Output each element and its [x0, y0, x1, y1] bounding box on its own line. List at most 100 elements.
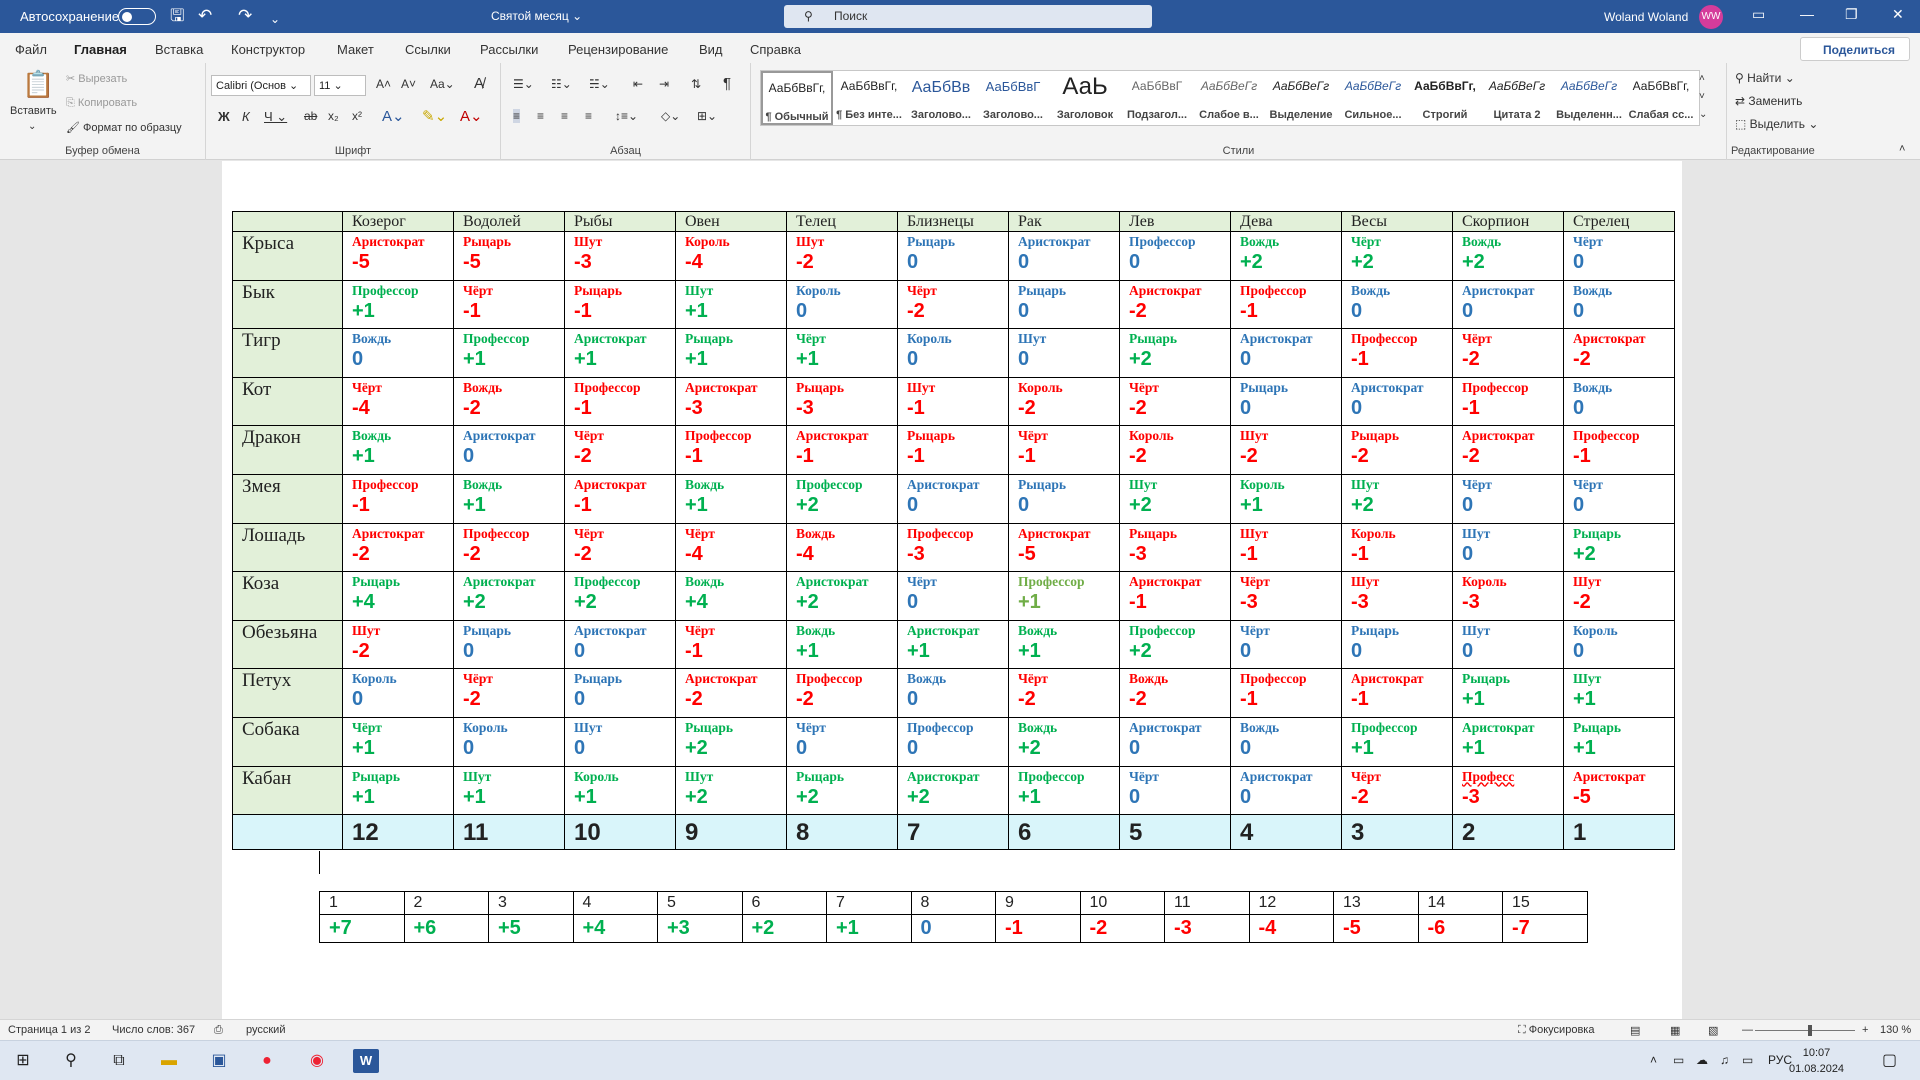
table-cell[interactable]: Вождь -2: [1119, 668, 1231, 718]
yandex-browser-icon[interactable]: ◉: [304, 1049, 330, 1073]
shrink-font-icon[interactable]: A˅: [401, 77, 416, 91]
table-cell[interactable]: Профессор +2: [1119, 619, 1231, 670]
style-item[interactable]: АаБбВвГг, Слабая сс...: [1625, 71, 1697, 125]
style-item[interactable]: АаБбВеГг Цитата 2: [1481, 71, 1553, 125]
table-cell[interactable]: Профессор +1: [342, 279, 454, 330]
table-cell[interactable]: Чёрт 0: [1563, 473, 1675, 524]
table-cell[interactable]: Король -3: [1452, 571, 1564, 621]
table-cell[interactable]: Рыцарь 0: [1230, 376, 1342, 427]
line-spacing-icon[interactable]: ↕≡⌄: [615, 109, 638, 123]
table-cell[interactable]: Рыцарь +1: [675, 328, 787, 378]
word-count[interactable]: Число слов: 367: [112, 1024, 195, 1036]
document-page[interactable]: Козерог Водолей Рыбы Овен Телец Близнецы Рак Ле…: [222, 161, 1682, 1019]
table-cell[interactable]: Вождь +1: [342, 425, 454, 475]
table-cell[interactable]: Профессор +1: [1008, 765, 1120, 816]
table-cell[interactable]: Рыцарь +2: [1563, 522, 1675, 573]
table-cell[interactable]: Шут -3: [1341, 571, 1453, 621]
windows-start-icon[interactable]: ⊞: [10, 1049, 36, 1073]
store-icon[interactable]: ▣: [206, 1049, 232, 1073]
share-button[interactable]: Поделиться: [1800, 37, 1910, 61]
redo-icon[interactable]: ↷: [238, 6, 252, 26]
taskbar-search-icon[interactable]: ⚲: [58, 1049, 84, 1073]
table-cell[interactable]: Король +1: [564, 765, 676, 816]
table-cell[interactable]: Чёрт 0: [897, 571, 1009, 621]
style-item[interactable]: АаБбВеГг Слабое в...: [1193, 71, 1265, 125]
table-cell[interactable]: Чёрт -2: [1452, 328, 1564, 378]
borders-icon[interactable]: ⊞⌄: [697, 109, 717, 123]
clock[interactable]: 10:07 01.08.2024: [1789, 1045, 1844, 1077]
table-cell[interactable]: Чёрт 0: [1230, 619, 1342, 670]
table-cell[interactable]: Вождь +1: [786, 619, 898, 670]
table-cell[interactable]: Вождь -2: [453, 376, 565, 427]
table-cell[interactable]: Шут -2: [1230, 425, 1342, 475]
table-cell[interactable]: Вождь 0: [1230, 716, 1342, 767]
battery-icon[interactable]: ▭: [1673, 1053, 1684, 1067]
tab-mailings[interactable]: Рассылки: [480, 42, 538, 57]
font-name-box[interactable]: Calibri (Основ ⌄: [211, 75, 311, 96]
table-cell[interactable]: Аристократ -5: [342, 231, 454, 281]
table-cell[interactable]: Шут +1: [1563, 668, 1675, 718]
table-cell[interactable]: Вождь +2: [1230, 231, 1342, 281]
zoom-slider[interactable]: [1755, 1030, 1855, 1031]
table-cell[interactable]: Рыцарь -1: [897, 425, 1009, 475]
zoom-slider-thumb[interactable]: [1808, 1025, 1812, 1036]
table-cell[interactable]: Профессор +1: [453, 328, 565, 378]
style-item[interactable]: АаБбВвГ Подзагол...: [1121, 71, 1193, 125]
table-cell[interactable]: Вождь +2: [1008, 716, 1120, 767]
clear-formatting-icon[interactable]: A̸: [474, 75, 484, 92]
table-cell[interactable]: Профессор -1: [1230, 279, 1342, 330]
subscript-icon[interactable]: x₂: [328, 109, 339, 123]
table-cell[interactable]: Чёрт 0: [1563, 231, 1675, 281]
italic-icon[interactable]: К: [242, 109, 250, 124]
table-cell[interactable]: Король 0: [897, 328, 1009, 378]
table-cell[interactable]: Профессор -2: [786, 668, 898, 718]
table-cell[interactable]: Чёрт -2: [1008, 668, 1120, 718]
table-cell[interactable]: Профессор 0: [1119, 231, 1231, 281]
table-cell[interactable]: Чёрт +1: [342, 716, 454, 767]
table-cell[interactable]: Аристократ -1: [1119, 571, 1231, 621]
tab-design[interactable]: Конструктор: [231, 42, 305, 57]
table-cell[interactable]: Рыцарь 0: [453, 619, 565, 670]
table-cell[interactable]: Чёрт 0: [1119, 765, 1231, 816]
page-count[interactable]: Страница 1 из 2: [8, 1024, 90, 1036]
font-size-box[interactable]: 11 ⌄: [314, 75, 366, 96]
restore-icon[interactable]: ❐: [1845, 6, 1858, 23]
proofing-icon[interactable]: ⎙: [214, 1024, 223, 1037]
table-cell[interactable]: Вождь +1: [675, 473, 787, 524]
table-cell[interactable]: Аристократ -3: [675, 376, 787, 427]
text-effects-icon[interactable]: A⌄: [382, 107, 405, 125]
align-center-icon[interactable]: ≡: [537, 109, 544, 123]
table-cell[interactable]: Аристократ 0: [1119, 716, 1231, 767]
table-cell[interactable]: Аристократ -2: [1119, 279, 1231, 330]
table-cell[interactable]: Аристократ 0: [453, 425, 565, 475]
style-item[interactable]: АаБбВвГ Заголово...: [977, 71, 1049, 125]
styles-scroll-down-icon[interactable]: ˅: [1699, 91, 1705, 102]
table-cell[interactable]: Профессор -1: [1341, 328, 1453, 378]
copy-button[interactable]: ⎘ Копировать: [66, 97, 137, 110]
style-item[interactable]: АаБбВвГг, ¶ Без инте...: [833, 71, 905, 125]
style-item[interactable]: АаБбВеГг Сильное...: [1337, 71, 1409, 125]
style-item[interactable]: АаЬ Заголовок: [1049, 71, 1121, 125]
table-cell[interactable]: Аристократ -5: [1008, 522, 1120, 573]
volume-icon[interactable]: ♫: [1720, 1053, 1729, 1067]
shading-icon[interactable]: ◇⌄: [661, 109, 680, 123]
tab-review[interactable]: Рецензирование: [568, 42, 668, 57]
table-cell[interactable]: Чёрт -1: [675, 619, 787, 670]
table-cell[interactable]: Рыцарь 0: [564, 668, 676, 718]
table-cell[interactable]: Чёрт -2: [564, 425, 676, 475]
zoom-out-icon[interactable]: —: [1742, 1024, 1753, 1036]
justify-icon[interactable]: ≡: [585, 109, 592, 123]
table-cell[interactable]: Аристократ +1: [897, 619, 1009, 670]
table-cell[interactable]: Аристократ 0: [1341, 376, 1453, 427]
paste-dropdown-icon[interactable]: ⌄: [28, 121, 36, 132]
table-cell[interactable]: Аристократ 0: [564, 619, 676, 670]
style-item[interactable]: АаБбВвГг, Строгий: [1409, 71, 1481, 125]
table-cell[interactable]: Король 0: [1563, 619, 1675, 670]
table-cell[interactable]: Рыцарь 0: [1008, 473, 1120, 524]
multilevel-list-icon[interactable]: ☵⌄: [589, 77, 610, 91]
minimize-icon[interactable]: —: [1800, 6, 1814, 22]
table-cell[interactable]: Профессор +2: [786, 473, 898, 524]
word-taskbar-icon[interactable]: W: [353, 1049, 379, 1073]
table-cell[interactable]: Король 0: [453, 716, 565, 767]
find-button[interactable]: ⚲ Найти ⌄: [1735, 71, 1795, 85]
